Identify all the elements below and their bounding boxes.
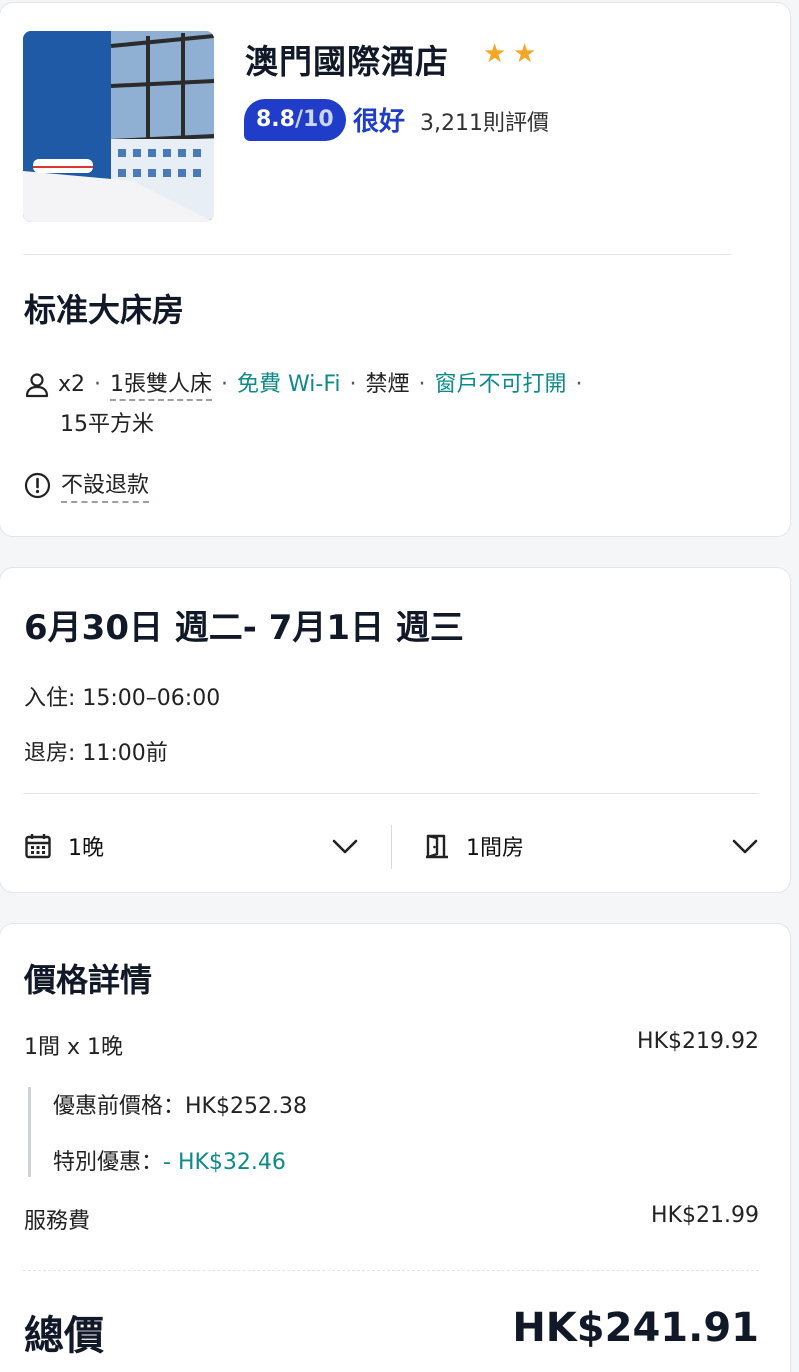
review-count[interactable]: 3,211則評價: [420, 105, 549, 137]
hotel-name: 澳門國際酒店: [245, 42, 449, 81]
person-icon: [25, 373, 49, 398]
special-discount: 特別優惠：- HK$32.46: [53, 1144, 286, 1176]
discount-value: - HK$32.46: [163, 1150, 286, 1175]
review-score-max: /10: [294, 107, 334, 132]
chevron-down-icon: [732, 839, 758, 854]
service-fee-value: HK$21.99: [651, 1203, 759, 1228]
stay-date-range: 6月30日 週二- 7月1日 週三: [24, 608, 464, 648]
hotel-room-photo[interactable]: [23, 31, 214, 222]
price-details-title: 價格詳情: [24, 961, 153, 999]
divider: [23, 1270, 759, 1271]
chevron-down-icon: [332, 839, 358, 854]
room-nights-label: 1間 x 1晚: [24, 1035, 124, 1060]
nights-value: 1晚: [68, 836, 104, 861]
calendar-icon: [25, 834, 51, 859]
refund-label: 不設退款: [61, 467, 150, 503]
room-nights-price: HK$219.92: [637, 1029, 759, 1054]
room-name: 标准大床房: [24, 291, 185, 329]
original-price-value: HK$252.38: [185, 1094, 307, 1119]
rating-word: 很好: [353, 107, 406, 137]
original-price: 優惠前價格：HK$252.38: [53, 1088, 307, 1120]
service-fee-label: 服務費: [24, 1209, 91, 1234]
wifi-amenity: 免費 Wi-Fi: [237, 372, 341, 397]
discount-label: 特別優惠：: [53, 1150, 164, 1175]
room-size: 15平方米: [60, 412, 154, 437]
door-icon: [426, 834, 448, 859]
divider: [391, 825, 392, 869]
star-icon: ★: [483, 39, 507, 69]
star-icon: ★: [513, 39, 537, 69]
total-price-value: HK$241.91: [512, 1305, 759, 1351]
total-price-label: 總價: [24, 1313, 104, 1359]
review-score-badge: 8.8/10: [244, 99, 346, 141]
bed-type[interactable]: 1張雙人床: [110, 372, 213, 401]
room-amenities: x2 · 1張雙人床 · 免費 Wi-Fi · 禁煙 · 窗戶不可打開 · 15平方米: [24, 365, 724, 445]
divider: [23, 793, 759, 794]
rooms-selector[interactable]: 1間房: [424, 823, 764, 869]
smoking-policy: 禁煙: [365, 372, 410, 397]
info-icon: [24, 472, 51, 498]
breakdown-bar: [28, 1087, 31, 1177]
review-score: 8.8: [256, 107, 295, 132]
refund-policy[interactable]: 不設退款: [24, 467, 150, 503]
window-info: 窗戶不可打開: [434, 372, 567, 397]
checkin-time: 入住: 15:00–06:00: [24, 686, 221, 711]
guest-count: x2: [58, 372, 86, 397]
checkout-time: 退房: 11:00前: [24, 741, 168, 766]
rooms-value: 1間房: [466, 836, 524, 861]
hotel-star-rating: ★ ★: [483, 40, 541, 68]
original-price-label: 優惠前價格：: [53, 1094, 186, 1119]
nights-selector[interactable]: 1晚: [24, 823, 364, 869]
divider: [23, 254, 731, 255]
